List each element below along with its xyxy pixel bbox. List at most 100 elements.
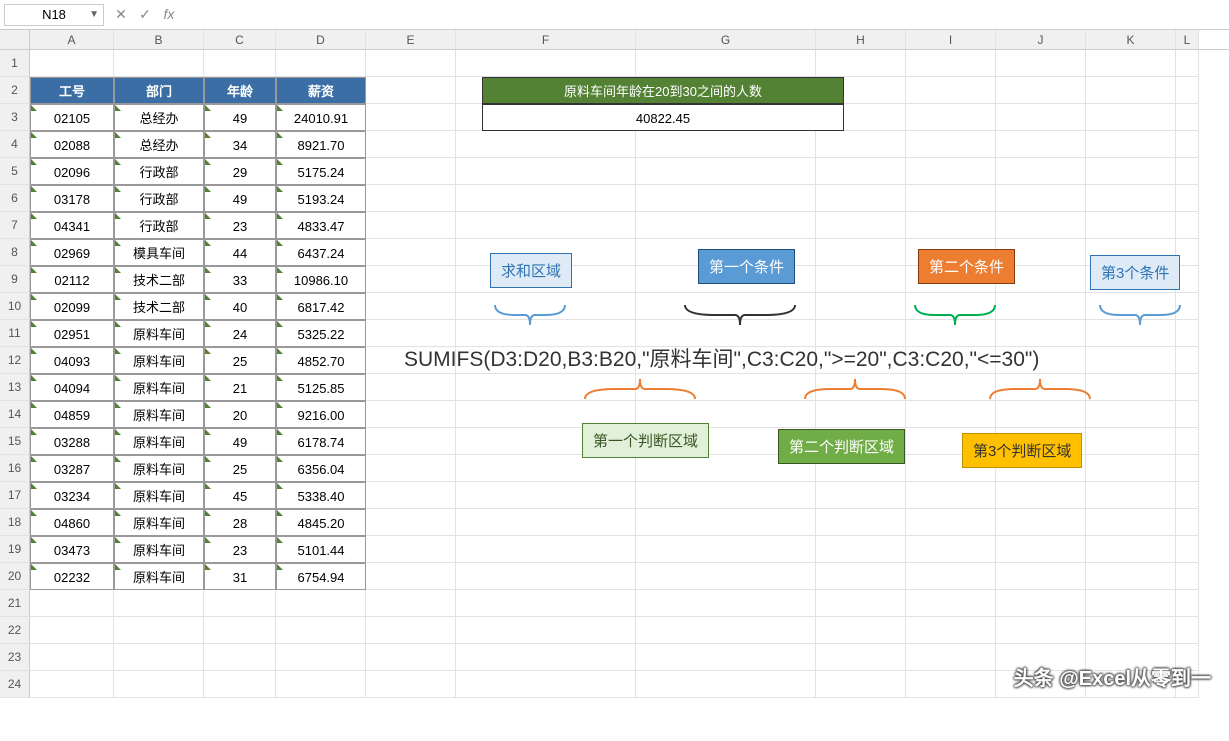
cell[interactable] <box>906 617 996 644</box>
cell[interactable] <box>996 185 1086 212</box>
cell[interactable]: 原料车间 <box>114 509 204 536</box>
cell[interactable] <box>366 50 456 77</box>
cell[interactable]: 04860 <box>30 509 114 536</box>
cell[interactable] <box>114 644 204 671</box>
cell[interactable]: 总经办 <box>114 131 204 158</box>
cell[interactable]: 02951 <box>30 320 114 347</box>
cell[interactable] <box>636 482 816 509</box>
cell[interactable] <box>996 590 1086 617</box>
cell[interactable] <box>636 131 816 158</box>
cell[interactable] <box>816 131 906 158</box>
cell[interactable] <box>1086 158 1176 185</box>
row-header[interactable]: 14 <box>0 401 30 428</box>
cell[interactable]: 原料车间 <box>114 374 204 401</box>
cell[interactable] <box>114 50 204 77</box>
cell[interactable] <box>996 293 1086 320</box>
cell[interactable] <box>1176 590 1199 617</box>
row-header[interactable]: 24 <box>0 671 30 698</box>
row-header[interactable]: 21 <box>0 590 30 617</box>
cell[interactable] <box>816 266 906 293</box>
cell[interactable]: 03287 <box>30 455 114 482</box>
cell[interactable]: 8921.70 <box>276 131 366 158</box>
cell[interactable]: 部门 <box>114 77 204 104</box>
cell[interactable] <box>276 617 366 644</box>
cell[interactable] <box>996 401 1086 428</box>
row-header[interactable]: 9 <box>0 266 30 293</box>
column-header[interactable]: F <box>456 30 636 49</box>
cell[interactable]: 49 <box>204 428 276 455</box>
row-header[interactable]: 11 <box>0 320 30 347</box>
column-header[interactable]: I <box>906 30 996 49</box>
cell[interactable] <box>1086 563 1176 590</box>
cell[interactable] <box>366 104 456 131</box>
cell[interactable] <box>636 185 816 212</box>
formula-input[interactable] <box>186 4 1225 26</box>
cell[interactable] <box>456 644 636 671</box>
cell[interactable] <box>816 671 906 698</box>
cell[interactable]: 02096 <box>30 158 114 185</box>
cell[interactable]: 04859 <box>30 401 114 428</box>
cell[interactable] <box>456 536 636 563</box>
cell[interactable] <box>366 509 456 536</box>
row-header[interactable]: 8 <box>0 239 30 266</box>
cell[interactable] <box>636 671 816 698</box>
row-header[interactable]: 18 <box>0 509 30 536</box>
cell[interactable] <box>906 104 996 131</box>
column-header[interactable]: E <box>366 30 456 49</box>
cell[interactable]: 原料车间 <box>114 482 204 509</box>
cell[interactable]: 5193.24 <box>276 185 366 212</box>
cell[interactable] <box>1086 509 1176 536</box>
cell[interactable] <box>366 158 456 185</box>
cell[interactable]: 技术二部 <box>114 293 204 320</box>
cell[interactable] <box>996 509 1086 536</box>
cell[interactable]: 模具车间 <box>114 239 204 266</box>
cell[interactable] <box>996 563 1086 590</box>
row-header[interactable]: 17 <box>0 482 30 509</box>
cell[interactable] <box>1176 428 1199 455</box>
cell[interactable] <box>1086 104 1176 131</box>
cell[interactable] <box>30 671 114 698</box>
cell[interactable]: 年龄 <box>204 77 276 104</box>
cell[interactable]: 原料车间 <box>114 428 204 455</box>
cell[interactable] <box>636 212 816 239</box>
cell[interactable]: 5175.24 <box>276 158 366 185</box>
cell[interactable] <box>906 563 996 590</box>
cell[interactable]: 31 <box>204 563 276 590</box>
cell[interactable]: 04341 <box>30 212 114 239</box>
cell[interactable]: 5338.40 <box>276 482 366 509</box>
cell[interactable] <box>456 590 636 617</box>
cell[interactable] <box>1176 77 1199 104</box>
cell[interactable] <box>816 212 906 239</box>
select-all-corner[interactable] <box>0 30 30 49</box>
cell[interactable] <box>366 563 456 590</box>
cell[interactable]: 28 <box>204 509 276 536</box>
cell[interactable] <box>816 50 906 77</box>
cell[interactable] <box>366 185 456 212</box>
cell[interactable] <box>996 131 1086 158</box>
cell[interactable] <box>1176 482 1199 509</box>
cell[interactable]: 薪资 <box>276 77 366 104</box>
cell[interactable] <box>30 590 114 617</box>
cell[interactable] <box>906 509 996 536</box>
cell[interactable] <box>1176 50 1199 77</box>
cell[interactable] <box>456 455 636 482</box>
cell[interactable] <box>816 239 906 266</box>
cell[interactable]: 34 <box>204 131 276 158</box>
cell[interactable] <box>456 212 636 239</box>
cell[interactable] <box>204 644 276 671</box>
cell[interactable]: 4845.20 <box>276 509 366 536</box>
cell[interactable] <box>906 482 996 509</box>
cell[interactable] <box>30 50 114 77</box>
cell[interactable] <box>366 428 456 455</box>
cell[interactable] <box>456 563 636 590</box>
cell[interactable] <box>204 617 276 644</box>
column-header[interactable]: A <box>30 30 114 49</box>
cell[interactable] <box>1176 104 1199 131</box>
cell[interactable]: 02112 <box>30 266 114 293</box>
cell[interactable] <box>906 590 996 617</box>
cell[interactable]: 工号 <box>30 77 114 104</box>
cell[interactable]: 行政部 <box>114 212 204 239</box>
cell[interactable]: 04093 <box>30 347 114 374</box>
cell[interactable] <box>816 563 906 590</box>
cell[interactable] <box>1176 401 1199 428</box>
